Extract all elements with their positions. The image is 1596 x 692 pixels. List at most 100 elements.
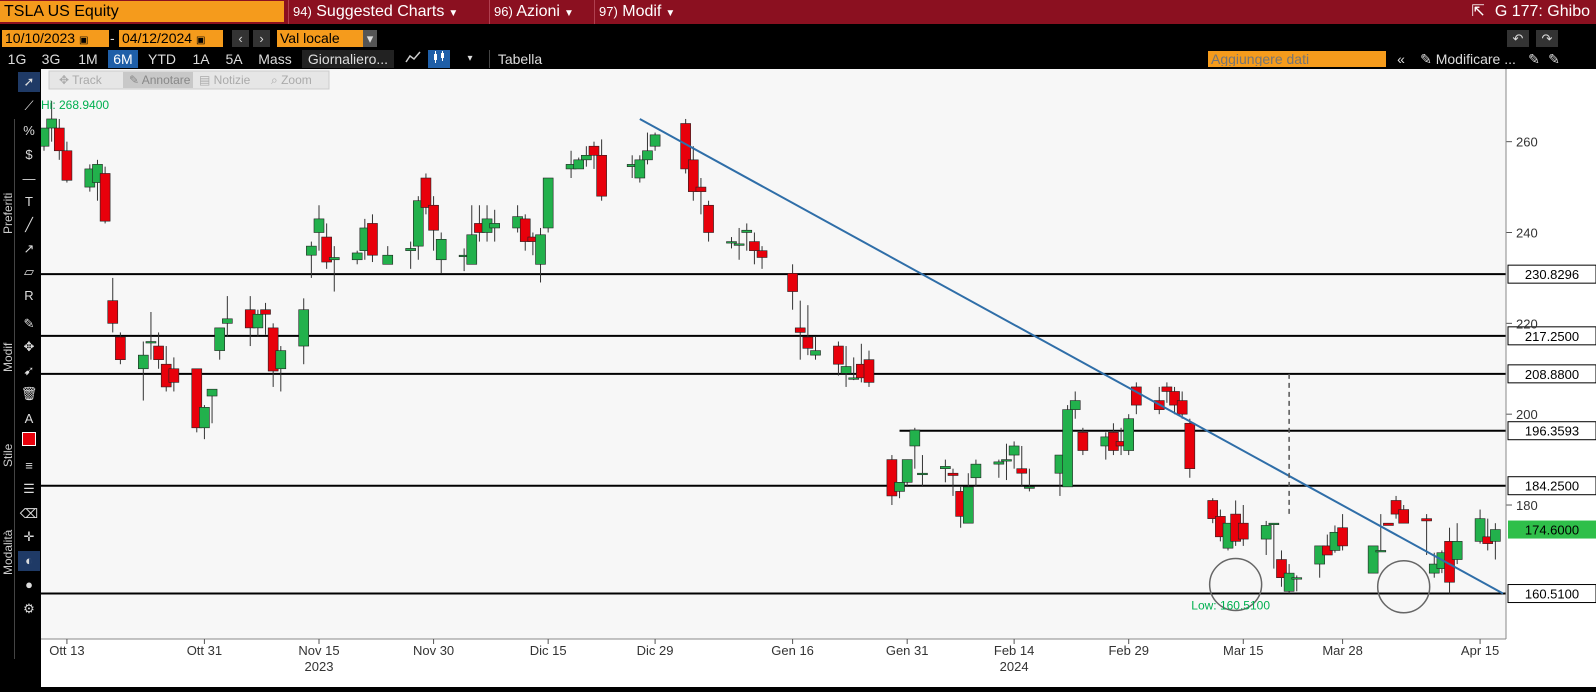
price-chart[interactable]: 230.8296 217.2500 208.8800 184.2500 160.5100… <box>38 69 1596 687</box>
candle-body <box>940 466 951 469</box>
x-tick-label: Mar 28 <box>1322 643 1362 658</box>
percent-tool-icon[interactable]: % <box>18 121 40 141</box>
add-data-input[interactable] <box>1208 52 1384 66</box>
timeframe-3g[interactable]: 3G <box>37 50 65 68</box>
gear-icon[interactable]: ⚙ <box>18 599 40 619</box>
line-style-icon[interactable]: ☰ <box>18 479 40 499</box>
palette-icon[interactable]: ● <box>18 575 40 595</box>
add-data-field[interactable] <box>1208 51 1386 67</box>
candle-body <box>894 482 905 492</box>
candle-body <box>993 461 1005 465</box>
suggested-charts-menu[interactable]: 94) Suggested Charts ▼ <box>288 0 489 24</box>
sidebar-divider <box>14 119 15 659</box>
pencil-icon[interactable]: ✎ <box>18 314 40 334</box>
chevron-down-icon[interactable]: ▾ <box>363 30 377 47</box>
candle-body <box>810 350 821 356</box>
candle-body <box>260 309 271 315</box>
candle-body <box>649 134 661 147</box>
candle-chart-icon[interactable] <box>428 50 450 68</box>
candle-body <box>222 318 233 324</box>
security-ticker[interactable]: TSLA US Equity <box>0 1 284 22</box>
candle[interactable] <box>115 332 126 365</box>
chevron-down-icon: ▼ <box>448 8 459 19</box>
candle-body <box>901 459 913 483</box>
chevron-down-icon[interactable]: ▾ <box>462 50 478 68</box>
timeframe-mass[interactable]: Mass <box>255 50 295 68</box>
timeframe-1a[interactable]: 1A <box>187 50 215 68</box>
candle[interactable] <box>1367 545 1379 574</box>
horizontal-line-icon[interactable]: — <box>18 169 40 189</box>
timeframe-5a[interactable]: 5A <box>220 50 248 68</box>
font-icon[interactable]: A <box>18 409 40 429</box>
collapse-icon[interactable]: « <box>1392 50 1410 68</box>
candle[interactable] <box>1184 418 1196 478</box>
candle-body <box>1161 386 1173 392</box>
line-weight-icon[interactable]: ≡ <box>18 456 40 476</box>
candle-body <box>38 127 50 147</box>
candle-body <box>153 345 164 360</box>
news-button[interactable]: ▤ Notizie <box>199 73 251 87</box>
zoom-button[interactable]: ⌕ Zoom <box>271 73 312 87</box>
candle-body <box>642 150 653 161</box>
prev-period-button[interactable]: ‹ <box>232 30 249 47</box>
y-tick-label: 240 <box>1516 226 1538 241</box>
candle-body <box>917 472 928 476</box>
candle[interactable] <box>1062 405 1073 488</box>
channel-icon[interactable]: ▱ <box>18 262 40 282</box>
draw-line-icon[interactable]: ⟋ <box>18 96 40 116</box>
candle-body <box>787 273 798 292</box>
edit-chart-icon[interactable]: ✎ <box>1526 50 1542 68</box>
end-date-field[interactable]: 04/12/2024 ▣ <box>119 30 223 47</box>
redo-icon[interactable]: ↷ <box>1536 30 1558 47</box>
eraser-icon[interactable]: ⌫ <box>18 504 40 524</box>
candle[interactable] <box>542 177 554 233</box>
candle-body <box>168 368 180 383</box>
edit-button[interactable]: ✎ Modificare ... <box>1414 50 1522 68</box>
track-button[interactable]: ✥ Track <box>59 73 103 87</box>
timeframe-1m[interactable]: 1M <box>73 50 103 68</box>
azioni-menu[interactable]: 96) Azioni ▼ <box>489 0 594 24</box>
candle-body <box>466 234 478 265</box>
annotate-button[interactable]: ✎ Annotare <box>123 72 193 88</box>
trash-icon[interactable]: 🗑 <box>18 384 40 404</box>
ray-icon[interactable]: ↗ <box>18 239 40 259</box>
dollar-tool-icon[interactable]: $ <box>18 145 40 165</box>
timeframe-1g[interactable]: 1G <box>3 50 31 68</box>
level-label: 196.3593 <box>1525 424 1579 439</box>
line-chart-icon[interactable] <box>402 50 424 68</box>
select-icon[interactable]: ➹ <box>18 361 40 381</box>
x-tick-label: Ott 31 <box>187 643 222 658</box>
date-separator: - <box>110 30 115 46</box>
candle-body <box>947 472 959 476</box>
next-period-button[interactable]: › <box>253 30 270 47</box>
level-label: 208.8800 <box>1525 367 1579 382</box>
export-icon[interactable]: ⇱ <box>1471 3 1484 20</box>
modif-menu[interactable]: 97) Modif ▼ <box>594 0 691 24</box>
news-label: Notizie <box>214 73 251 87</box>
text-tool-icon[interactable]: T <box>18 192 40 212</box>
start-date-field[interactable]: 10/10/2023 ▣ <box>2 30 109 47</box>
settings-icon[interactable]: ✎ <box>1546 50 1562 68</box>
candle[interactable] <box>1123 414 1135 456</box>
candle-body <box>695 186 707 192</box>
table-button[interactable]: Tabella <box>489 50 550 68</box>
period-select[interactable]: Giornaliero... <box>302 50 394 68</box>
candle-body <box>420 177 432 208</box>
candle-body <box>489 223 500 229</box>
timeframe-6m[interactable]: 6M <box>108 50 138 68</box>
color-swatch-icon[interactable] <box>18 432 40 452</box>
undo-icon[interactable]: ↶ <box>1507 30 1529 47</box>
retracement-icon[interactable]: R <box>18 286 40 306</box>
trendline-icon[interactable]: ╱ <box>18 215 40 235</box>
currency-select[interactable]: Val locale <box>277 30 374 47</box>
move-icon[interactable]: ✥ <box>18 337 40 357</box>
candle-body <box>970 463 982 479</box>
candle-body <box>1123 418 1135 451</box>
candle-body <box>435 239 447 261</box>
timeframe-ytd[interactable]: YTD <box>144 50 180 68</box>
cursor-icon[interactable]: ➚ <box>18 72 40 92</box>
magnet-icon[interactable]: ◐ <box>18 551 40 571</box>
candle[interactable] <box>99 166 111 224</box>
crosshair-icon[interactable]: ✛ <box>18 527 40 547</box>
chart-canvas[interactable]: 230.8296217.2500208.8800184.2500160.5100… <box>38 69 1596 687</box>
